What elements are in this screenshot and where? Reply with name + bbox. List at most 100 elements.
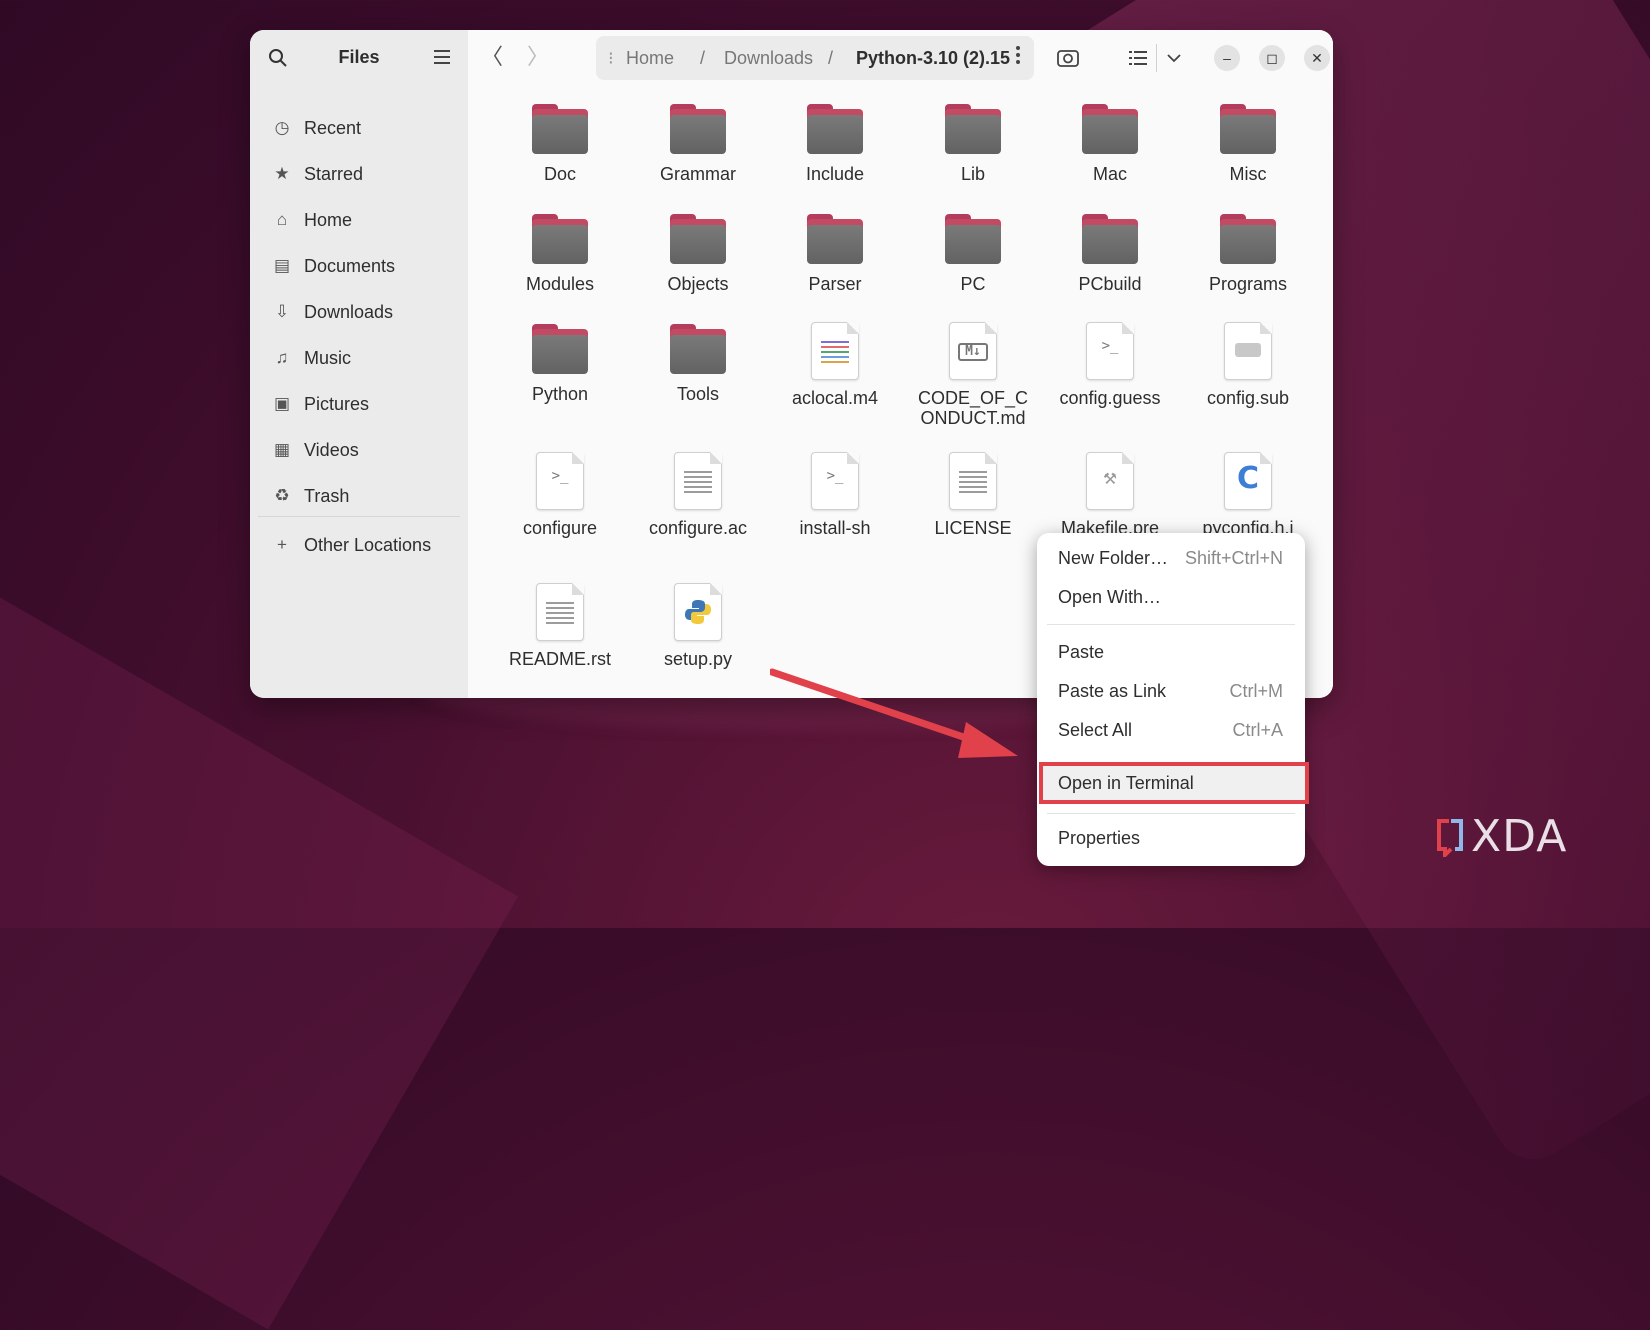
file-item[interactable]: ⚒ Makefile.pre	[1045, 452, 1175, 538]
folder-item[interactable]: PCbuild	[1045, 214, 1175, 294]
chevron-down-icon[interactable]	[1162, 46, 1186, 70]
sidebar-item-recent[interactable]: ◷ Recent	[272, 114, 361, 142]
menu-item-paste[interactable]: Paste	[1058, 638, 1283, 666]
header-bar: 〈 〉 ⁝ Home / Downloads / Python-3.10 (2)…	[468, 30, 1333, 86]
sidebar-item-other-locations[interactable]: + Other Locations	[272, 531, 431, 559]
picture-icon: ▣	[273, 394, 291, 413]
close-button[interactable]: ✕	[1304, 45, 1330, 71]
breadcrumb-home[interactable]: Home	[626, 48, 674, 69]
menu-item-properties[interactable]: Properties	[1058, 824, 1283, 852]
markdown-file-icon: M↓	[949, 322, 997, 380]
makefile-icon: ⚒	[1086, 452, 1134, 510]
menu-item-paste-as-link[interactable]: Paste as Link Ctrl+M	[1058, 677, 1283, 705]
folder-item[interactable]: Parser	[770, 214, 900, 294]
menu-separator	[1047, 624, 1295, 625]
breadcrumb-downloads[interactable]: Downloads	[724, 48, 813, 69]
text-file-icon	[949, 452, 997, 510]
header-divider	[1156, 44, 1157, 72]
folder-icon	[1220, 214, 1276, 264]
more-options-icon[interactable]	[1016, 46, 1020, 67]
folder-item[interactable]: Include	[770, 104, 900, 184]
sidebar: Files ◷ Recent ★ Starred ⌂ Home ▤ Documents …	[250, 30, 469, 698]
menu-item-select-all[interactable]: Select All Ctrl+A	[1058, 716, 1283, 744]
folder-item[interactable]: Tools	[633, 324, 763, 404]
generic-file-icon	[1224, 322, 1272, 380]
breadcrumb-separator: /	[700, 48, 706, 68]
sidebar-item-documents[interactable]: ▤ Documents	[272, 252, 395, 280]
breadcrumb-current[interactable]: Python-3.10 (2).15	[856, 48, 1010, 69]
folder-icon	[532, 214, 588, 264]
folder-item[interactable]: Python	[495, 324, 625, 404]
folder-item[interactable]: Objects	[633, 214, 763, 294]
xda-watermark: XDA	[1435, 811, 1567, 862]
folder-icon	[670, 324, 726, 374]
file-item[interactable]: configure.ac	[633, 452, 763, 538]
folder-item[interactable]: Lib	[908, 104, 1038, 184]
search-folder-icon[interactable]	[1056, 46, 1080, 70]
menu-separator	[1047, 813, 1295, 814]
folder-item[interactable]: Misc	[1183, 104, 1313, 184]
download-icon: ⇩	[274, 302, 290, 321]
menu-item-open-in-terminal[interactable]: Open in Terminal	[1058, 769, 1283, 797]
text-file-icon	[674, 452, 722, 510]
text-file-icon	[536, 583, 584, 641]
breadcrumb-separator: /	[828, 48, 834, 68]
folder-item[interactable]: Grammar	[633, 104, 763, 184]
sidebar-item-home[interactable]: ⌂ Home	[272, 206, 352, 234]
folder-icon	[1220, 104, 1276, 154]
plus-icon: +	[277, 535, 287, 554]
document-icon: ▤	[273, 256, 291, 275]
python-file-icon	[674, 583, 722, 641]
folder-icon	[945, 104, 1001, 154]
sidebar-item-videos[interactable]: ▦ Videos	[272, 436, 359, 464]
breadcrumb-home-fragment-icon: ⁝	[608, 48, 614, 68]
forward-button[interactable]: 〉	[526, 46, 550, 70]
file-item[interactable]: LICENSE	[908, 452, 1038, 538]
folder-icon	[807, 104, 863, 154]
sidebar-item-music[interactable]: ♫ Music	[272, 344, 351, 372]
film-icon: ▦	[273, 440, 291, 459]
minimize-button[interactable]: –	[1214, 45, 1240, 71]
hamburger-menu-icon[interactable]	[434, 50, 450, 64]
file-item[interactable]: README.rst	[495, 583, 625, 669]
text-file-icon	[811, 322, 859, 380]
menu-item-new-folder[interactable]: New Folder… Shift+Ctrl+N	[1058, 544, 1283, 572]
sidebar-item-starred[interactable]: ★ Starred	[272, 160, 363, 188]
file-item[interactable]: setup.py	[633, 583, 763, 669]
star-icon: ★	[274, 164, 290, 183]
folder-icon	[532, 324, 588, 374]
folder-item[interactable]: Modules	[495, 214, 625, 294]
script-file-icon: >_	[811, 452, 859, 510]
file-item[interactable]: >_ install-sh	[770, 452, 900, 538]
c-source-file-icon: C	[1224, 452, 1272, 510]
file-item[interactable]: config.sub	[1183, 322, 1313, 408]
context-menu: New Folder… Shift+Ctrl+N Open With… Paste…	[1037, 533, 1309, 866]
sidebar-item-pictures[interactable]: ▣ Pictures	[272, 390, 369, 418]
folder-icon	[1082, 214, 1138, 264]
script-file-icon: >_	[1086, 322, 1134, 380]
folder-icon	[945, 214, 1001, 264]
file-item[interactable]: >_ config.guess	[1045, 322, 1175, 408]
file-item[interactable]: >_ configure	[495, 452, 625, 538]
maximize-button[interactable]: ◻	[1259, 45, 1285, 71]
folder-item[interactable]: Mac	[1045, 104, 1175, 184]
file-item[interactable]: aclocal.m4	[770, 322, 900, 408]
sidebar-divider	[258, 516, 460, 517]
folder-item[interactable]: Doc	[495, 104, 625, 184]
trash-icon: ♻	[274, 486, 290, 505]
list-view-icon[interactable]	[1126, 46, 1150, 70]
folder-icon	[807, 214, 863, 264]
folder-item[interactable]: Programs	[1183, 214, 1313, 294]
breadcrumb: ⁝ Home / Downloads / Python-3.10 (2).15	[596, 36, 1034, 80]
folder-item[interactable]: PC	[908, 214, 1038, 294]
menu-item-open-with[interactable]: Open With…	[1058, 583, 1283, 611]
file-item[interactable]: C pyconfig.h.i	[1183, 452, 1313, 538]
music-icon: ♫	[275, 348, 289, 367]
sidebar-item-downloads[interactable]: ⇩ Downloads	[272, 298, 393, 326]
xda-logo-icon	[1437, 818, 1463, 857]
folder-icon	[532, 104, 588, 154]
back-button[interactable]: 〈	[480, 46, 504, 70]
script-file-icon: >_	[536, 452, 584, 510]
sidebar-item-trash[interactable]: ♻ Trash	[272, 482, 349, 510]
file-item[interactable]: M↓ CODE_OF_C ONDUCT.md	[908, 322, 1038, 428]
